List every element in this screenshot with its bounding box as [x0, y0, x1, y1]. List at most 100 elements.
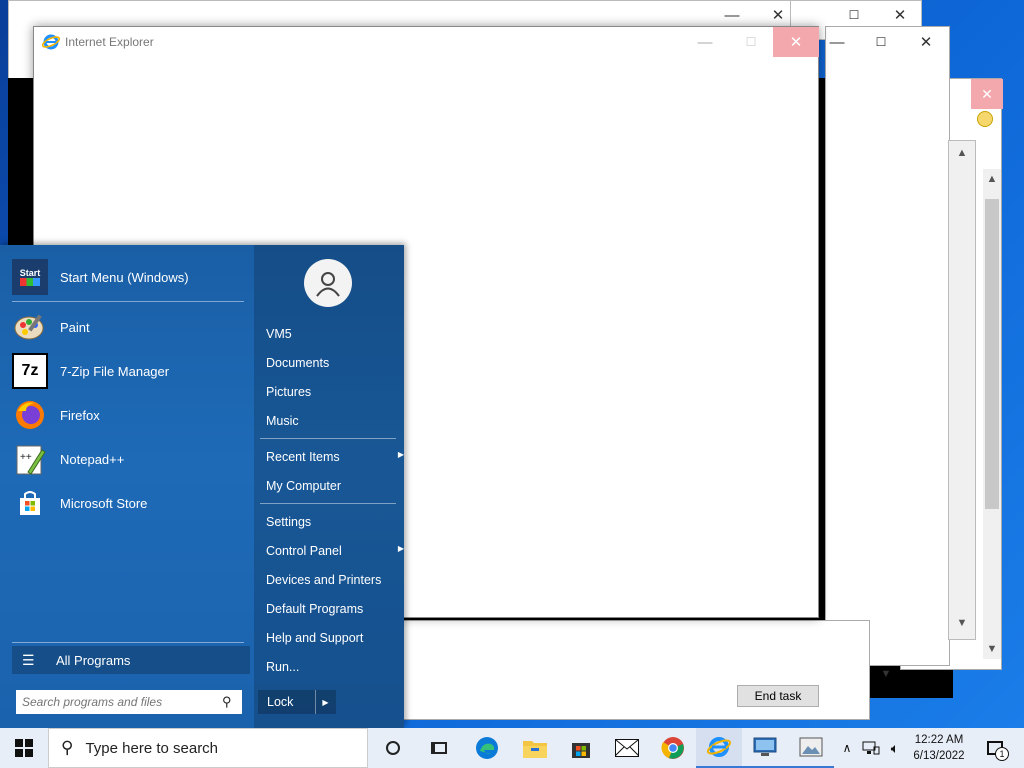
close-button[interactable]: ✕ — [773, 27, 819, 57]
lock-button[interactable]: Lock ▶ — [258, 690, 336, 714]
mail-icon[interactable] — [604, 728, 650, 768]
maximize-button[interactable]: ☐ — [831, 1, 877, 29]
smiley-icon — [977, 111, 993, 127]
right-item-recent-items[interactable]: Recent Items ▶ — [266, 450, 404, 464]
submenu-arrow-icon: ▶ — [397, 450, 404, 459]
notepadpp-icon: ++ — [12, 441, 48, 477]
divider — [12, 642, 244, 643]
program-label: Paint — [60, 319, 90, 335]
list-icon: ☰ — [22, 651, 35, 668]
program-notepadpp[interactable]: ++ Notepad++ — [12, 439, 246, 479]
minimize-button[interactable]: — — [814, 27, 860, 57]
program-microsoft-store[interactable]: Microsoft Store — [12, 483, 246, 523]
start-menu-header-item[interactable]: Start Start Menu (Windows) — [12, 257, 246, 297]
remote-desktop-icon[interactable] — [742, 728, 788, 768]
edge-icon[interactable] — [464, 728, 510, 768]
start-search-input[interactable] — [22, 695, 222, 709]
start-menu-header-label: Start Menu (Windows) — [60, 269, 189, 285]
right-item-documents[interactable]: Documents — [266, 356, 396, 370]
right-item-pictures[interactable]: Pictures — [266, 385, 396, 399]
all-programs-button[interactable]: ☰ All Programs — [12, 646, 250, 674]
maximize-button[interactable]: ☐ — [728, 27, 774, 57]
scroll-down-icon[interactable]: ▼ — [954, 615, 970, 631]
clock[interactable]: 12:22 AM 6/13/2022 — [906, 728, 972, 768]
avatar[interactable] — [304, 259, 352, 307]
file-explorer-icon[interactable] — [512, 728, 558, 768]
task-view-icon[interactable] — [416, 728, 462, 768]
vertical-scrollbar[interactable]: ▲ ▼ — [983, 169, 1001, 659]
right-item-label: Control Panel — [266, 544, 342, 558]
end-task-button[interactable]: End task — [737, 685, 819, 707]
program-label: Notepad++ — [60, 451, 125, 467]
clock-time: 12:22 AM — [914, 734, 964, 746]
program-label: 7-Zip File Manager — [60, 363, 170, 379]
network-icon[interactable] — [860, 728, 882, 768]
divider — [12, 301, 244, 302]
clock-date: 6/13/2022 — [913, 750, 965, 762]
show-hidden-icons-chevron-icon[interactable]: ∧ — [838, 728, 856, 768]
scroll-down-icon[interactable]: ▼ — [878, 666, 894, 682]
start-menu-right-pane: VM5 Documents Pictures Music Recent Item… — [254, 245, 404, 728]
taskbar-search-placeholder: Type here to search — [85, 739, 219, 757]
program-firefox[interactable]: Firefox — [12, 395, 246, 435]
lock-label: Lock — [267, 695, 294, 709]
scroll-window[interactable]: ▲ ▼ — [948, 140, 976, 640]
volume-icon[interactable]: 🔈︎ — [884, 728, 906, 768]
start-menu-icon: Start — [12, 259, 48, 295]
right-item-default-programs[interactable]: Default Programs — [266, 602, 396, 616]
photo-app-icon[interactable] — [788, 728, 834, 768]
minimize-button[interactable]: — — [682, 27, 728, 57]
close-button[interactable]: ✕ — [971, 79, 1003, 109]
right-item-my-computer[interactable]: My Computer — [266, 479, 396, 493]
submenu-arrow-icon: ▶ — [397, 544, 404, 553]
store-icon — [12, 485, 48, 521]
minimize-button[interactable]: — — [709, 1, 755, 29]
svg-text:++: ++ — [20, 452, 32, 463]
right-item-label: Recent Items — [266, 450, 340, 464]
ie-icon — [42, 33, 60, 51]
divider — [260, 438, 396, 439]
scroll-up-icon[interactable]: ▲ — [954, 145, 970, 161]
right-item-user[interactable]: VM5 — [266, 327, 396, 341]
program-label: Microsoft Store — [60, 495, 148, 511]
firefox-icon — [12, 397, 48, 433]
taskbar: ⚲ Type here to search ∧ 🔈︎ 12:22 AM 6/13… — [0, 728, 1024, 768]
close-button[interactable]: ✕ — [877, 1, 923, 29]
chrome-icon[interactable] — [650, 728, 696, 768]
user-icon — [316, 272, 340, 297]
scroll-up-icon[interactable]: ▲ — [984, 171, 1000, 187]
search-icon: ⚲ — [61, 738, 74, 757]
background-window-middle[interactable]: — ☐ ✕ — [825, 26, 950, 666]
close-button[interactable]: ✕ — [903, 27, 949, 57]
windows-logo-icon — [15, 739, 33, 757]
paint-icon — [12, 309, 48, 345]
taskbar-search-box[interactable]: ⚲ Type here to search — [48, 728, 368, 768]
lock-options-arrow-icon[interactable]: ▶ — [315, 690, 335, 714]
all-programs-label: All Programs — [56, 652, 131, 668]
right-item-devices-printers[interactable]: Devices and Printers — [266, 573, 396, 587]
right-item-music[interactable]: Music — [266, 414, 396, 428]
scrollbar-thumb[interactable] — [985, 199, 999, 509]
store-icon[interactable] — [558, 728, 604, 768]
notification-center-icon[interactable]: 1 — [980, 728, 1010, 768]
start-button[interactable] — [0, 728, 48, 768]
ie-icon[interactable] — [696, 728, 742, 768]
start-search-box[interactable]: ⚲ — [16, 690, 242, 714]
search-icon[interactable]: ⚲ — [222, 694, 232, 710]
program-paint[interactable]: Paint — [12, 307, 246, 347]
notification-badge: 1 — [995, 747, 1009, 761]
cortana-icon[interactable] — [370, 728, 416, 768]
program-label: Firefox — [60, 407, 100, 423]
maximize-button[interactable]: ☐ — [858, 27, 904, 57]
scroll-down-icon[interactable]: ▼ — [984, 641, 1000, 657]
right-item-control-panel[interactable]: Control Panel ▶ — [266, 544, 404, 558]
program-7zip[interactable]: 7z 7-Zip File Manager — [12, 351, 246, 391]
start-menu-left-pane: Start Start Menu (Windows) Paint 7z 7-Zi… — [0, 245, 254, 728]
window-title: Internet Explorer — [65, 35, 154, 49]
right-item-run[interactable]: Run... — [266, 660, 396, 674]
7zip-icon: 7z — [12, 353, 48, 389]
divider — [260, 503, 396, 504]
start-menu: Start Start Menu (Windows) Paint 7z 7-Zi… — [0, 245, 404, 728]
right-item-help-support[interactable]: Help and Support — [266, 631, 396, 645]
right-item-settings[interactable]: Settings — [266, 515, 396, 529]
